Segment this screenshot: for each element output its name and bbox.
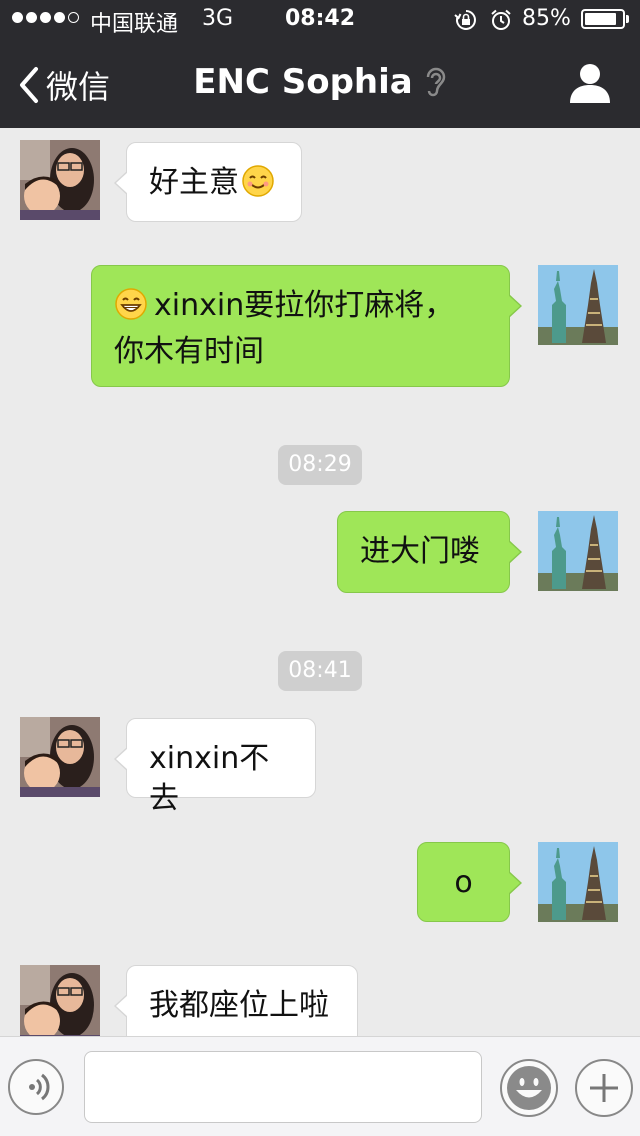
my-avatar[interactable] — [538, 842, 618, 922]
top-bar: 中国联通 3G 08:42 85% 微信 ENC Sophia — [0, 0, 640, 128]
contact-avatar[interactable] — [20, 965, 100, 1036]
plus-icon — [590, 1074, 618, 1102]
my-avatar[interactable] — [538, 511, 618, 591]
emoji-icon — [507, 1066, 551, 1110]
message-bubble-incoming[interactable]: xinxin不去 — [114, 718, 316, 816]
message-text: 好主意 — [149, 165, 239, 200]
message-text: xinxin不去 — [149, 741, 270, 816]
message-bubble-outgoing[interactable]: xinxin要拉你打麻将， 你木有时间 — [91, 265, 522, 387]
message-input[interactable] — [84, 1051, 482, 1123]
chat-area[interactable]: 好主意 xinxin要拉你打麻将， 你木有时间 08:29 进大门喽 08:41… — [0, 128, 640, 1036]
message-text: 你木有时间 — [114, 334, 264, 369]
message-text: xinxin要拉你打麻将， — [154, 288, 455, 323]
message-text: o — [454, 865, 473, 900]
rotation-lock-icon — [454, 9, 478, 37]
battery-percent: 85% — [522, 6, 571, 31]
navigation-bar: 微信 ENC Sophia — [0, 40, 640, 128]
more-options-button[interactable] — [575, 1059, 633, 1117]
voice-button[interactable] — [8, 1059, 64, 1115]
message-bubble-incoming[interactable]: 好主意 — [114, 142, 302, 222]
person-icon — [570, 64, 610, 103]
message-bubble-outgoing[interactable]: 进大门喽 — [337, 511, 522, 593]
status-bar: 中国联通 3G 08:42 85% — [0, 0, 640, 40]
contact-avatar[interactable] — [20, 717, 100, 797]
contact-avatar[interactable] — [20, 140, 100, 220]
message-bubble-outgoing[interactable]: o — [417, 842, 522, 922]
message-text: 进大门喽 — [360, 534, 480, 569]
message-bubble-incoming[interactable]: 我都座位上啦 — [114, 965, 358, 1036]
voice-icon — [29, 1073, 50, 1101]
chat-title: ENC Sophia — [193, 62, 413, 102]
ear-icon — [426, 67, 445, 97]
timestamp-chip: 08:29 — [278, 445, 362, 485]
smile-emoji-icon — [241, 164, 275, 209]
battery-icon — [581, 9, 625, 29]
message-text: 我都座位上啦 — [149, 988, 329, 1023]
my-avatar[interactable] — [538, 265, 618, 345]
alarm-icon — [490, 9, 512, 37]
contact-info-button[interactable] — [568, 62, 612, 108]
battery-level — [585, 13, 616, 25]
input-bar — [0, 1036, 640, 1136]
grin-emoji-icon — [114, 287, 148, 332]
timestamp-chip: 08:41 — [278, 651, 362, 691]
emoji-button[interactable] — [500, 1059, 558, 1117]
